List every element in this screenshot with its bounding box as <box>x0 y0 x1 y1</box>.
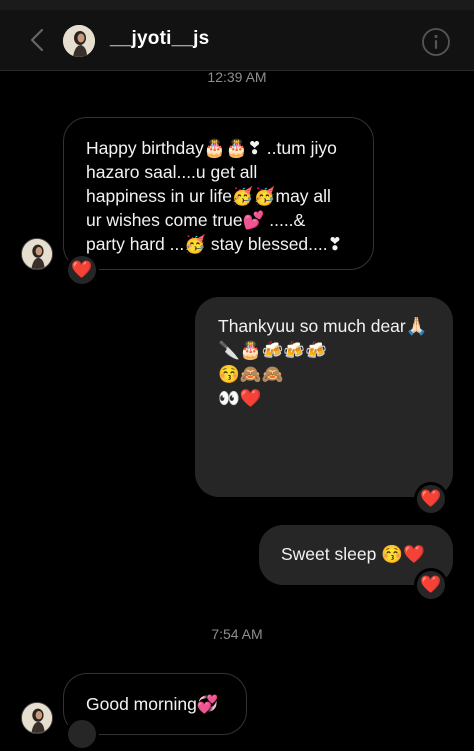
heart-reaction-icon[interactable] <box>65 717 99 751</box>
message-line: happiness in ur life🥳🥳may all <box>86 186 331 206</box>
chat-header: __jyoti__js <box>0 10 474 71</box>
sent-message[interactable]: Thankyuu so much dear🙏🏻 🔪🎂🍻🍻🍻 😚🙈🙈 👀❤️ <box>195 297 453 497</box>
message-line: 👀❤️ <box>218 388 262 408</box>
message-line: hazaro saal....u get all <box>86 162 258 182</box>
status-bar <box>0 0 474 10</box>
message-line: 🔪🎂🍻🍻🍻 <box>218 340 327 360</box>
heart-reaction-icon[interactable]: ❤️ <box>414 482 448 516</box>
back-arrow-icon[interactable] <box>24 26 52 54</box>
avatar[interactable] <box>63 25 95 57</box>
heart-reaction-icon[interactable]: ❤️ <box>414 568 448 602</box>
message-line: Thankyuu so much dear🙏🏻 <box>218 316 428 336</box>
message-text: Sweet sleep 😚❤️ <box>281 544 425 564</box>
profile-photo-icon <box>63 25 95 57</box>
message-text: Good morning💞 <box>86 694 219 714</box>
info-icon[interactable] <box>421 27 451 57</box>
heart-reaction-icon[interactable]: ❤️ <box>65 253 99 287</box>
chat-username[interactable]: __jyoti__js <box>110 28 209 50</box>
timestamp: 7:54 AM <box>211 626 263 642</box>
message-line: Happy birthday🎂🎂❣ ..tum jiyo <box>86 138 337 158</box>
received-message[interactable]: Happy birthday🎂🎂❣ ..tum jiyo hazaro saal… <box>63 117 374 270</box>
message-line: 😚🙈🙈 <box>218 364 284 384</box>
profile-photo-icon <box>22 239 52 269</box>
message-line: ur wishes come true💕 .....& <box>86 210 306 230</box>
profile-photo-icon <box>22 703 52 733</box>
timestamp: 12:39 AM <box>207 69 267 85</box>
sender-avatar[interactable] <box>21 702 53 734</box>
message-line: party hard ...🥳 stay blessed....❣ <box>86 234 343 254</box>
sender-avatar[interactable] <box>21 238 53 270</box>
